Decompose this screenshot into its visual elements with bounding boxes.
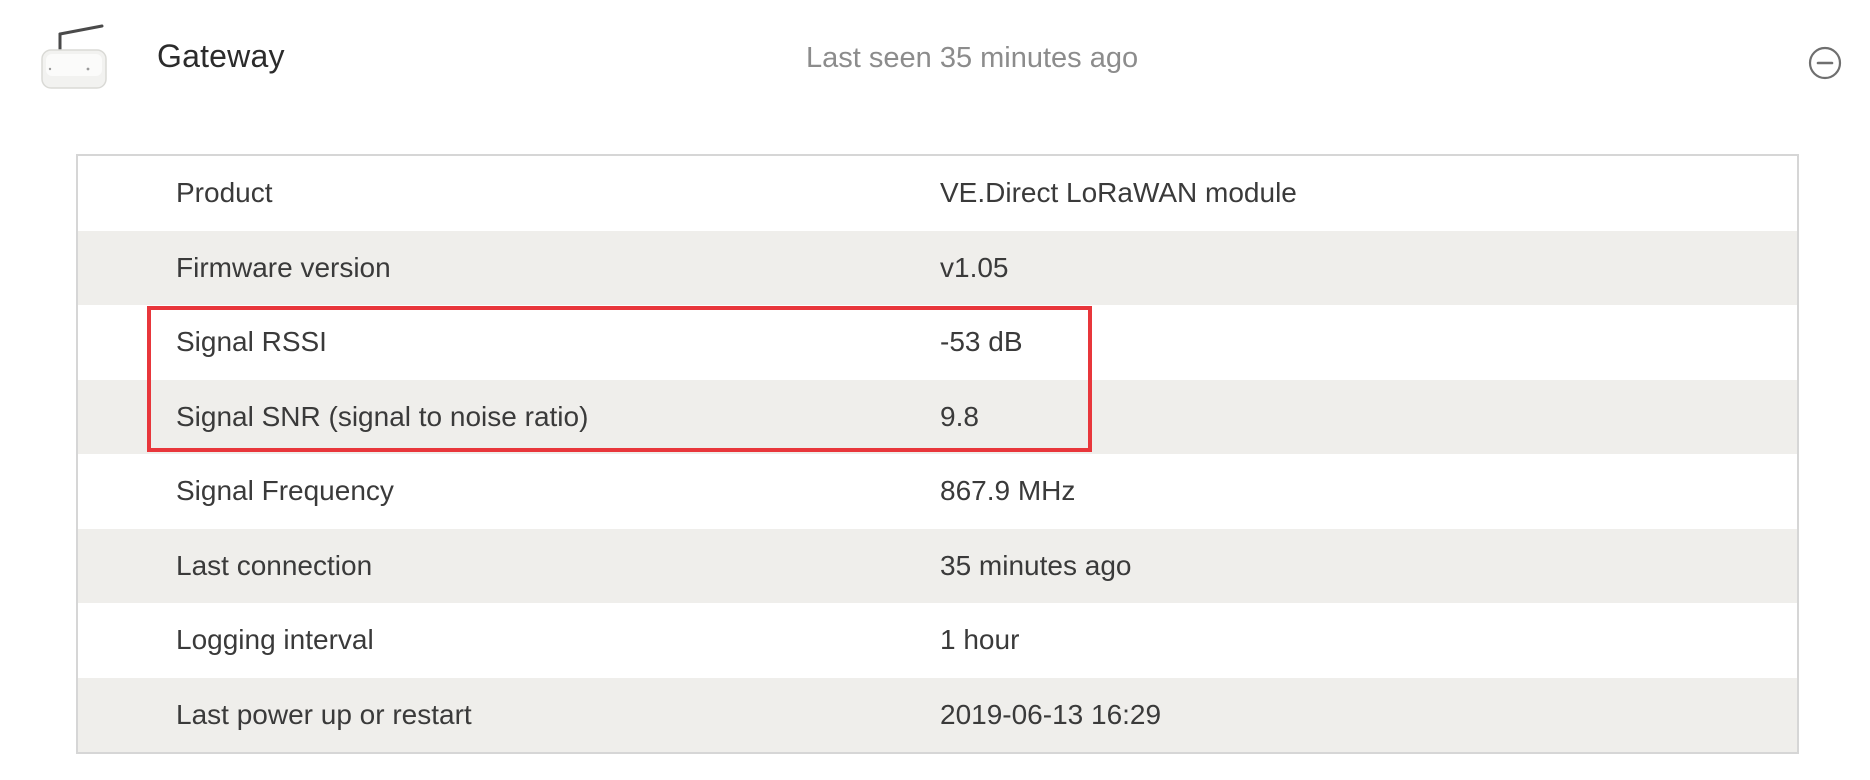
row-value-firmware-version: v1.05 xyxy=(940,251,1009,283)
table-row: Signal RSSI -53 dB xyxy=(78,305,1797,380)
row-value-signal-snr: 9.8 xyxy=(940,400,979,432)
row-value-logging-interval: 1 hour xyxy=(940,624,1020,656)
row-value-last-power-up: 2019-06-13 16:29 xyxy=(940,698,1162,730)
table-row: Last power up or restart 2019-06-13 16:2… xyxy=(78,677,1797,752)
last-seen-status: Last seen 35 minutes ago xyxy=(806,42,1139,74)
minus-circle-icon xyxy=(1808,46,1842,80)
lorawan-gateway-icon xyxy=(38,22,110,94)
row-label-last-power-up: Last power up or restart xyxy=(176,698,472,730)
table-row: Firmware version v1.05 xyxy=(78,230,1797,305)
row-value-signal-rssi: -53 dB xyxy=(940,326,1023,358)
table-row: Product VE.Direct LoRaWAN module xyxy=(78,156,1797,231)
row-value-product: VE.Direct LoRaWAN module xyxy=(940,177,1297,209)
row-label-signal-snr: Signal SNR (signal to noise ratio) xyxy=(176,400,589,432)
row-label-last-connection: Last connection xyxy=(176,549,373,581)
row-label-product: Product xyxy=(176,177,273,209)
table-row: Signal SNR (signal to noise ratio) 9.8 xyxy=(78,379,1797,454)
table-row: Logging interval 1 hour xyxy=(78,603,1797,678)
row-value-last-connection: 35 minutes ago xyxy=(940,549,1132,581)
row-label-logging-interval: Logging interval xyxy=(176,624,374,656)
device-title: Gateway xyxy=(157,38,285,74)
row-label-firmware-version: Firmware version xyxy=(176,251,391,283)
table-row: Signal Frequency 867.9 MHz xyxy=(78,454,1797,529)
row-label-signal-rssi: Signal RSSI xyxy=(176,326,327,358)
collapse-button[interactable] xyxy=(1808,46,1842,80)
row-value-signal-frequency: 867.9 MHz xyxy=(940,475,1076,507)
device-header: Gateway Last seen 35 minutes ago xyxy=(0,0,1870,120)
device-details-table: Product VE.Direct LoRaWAN module Firmwar… xyxy=(76,154,1799,754)
row-label-signal-frequency: Signal Frequency xyxy=(176,475,394,507)
table-row: Last connection 35 minutes ago xyxy=(78,528,1797,603)
